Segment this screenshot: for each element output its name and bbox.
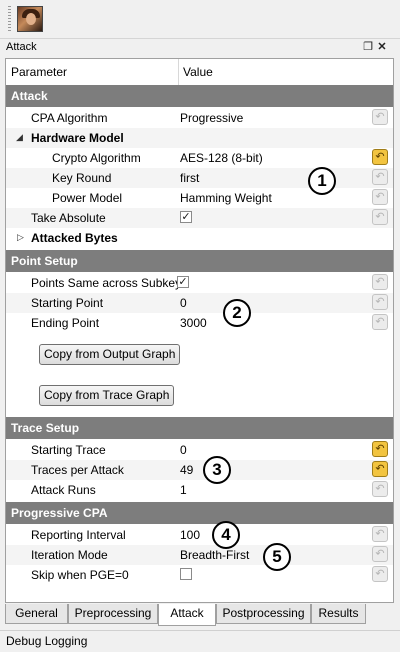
cpa-algorithm-value[interactable]: Progressive [180, 111, 243, 125]
row-ending-point[interactable]: Ending Point 3000 ↶ [6, 313, 393, 333]
points-same-label: Points Same across Subkeys [31, 276, 188, 290]
annotation-1: 1 [308, 167, 336, 195]
row-attacked-bytes[interactable]: ▷ Attacked Bytes [6, 228, 393, 248]
annotation-2: 2 [223, 299, 251, 327]
reporting-interval-label: Reporting Interval [31, 528, 126, 542]
debug-logging-label: Debug Logging [6, 634, 88, 648]
row-take-absolute[interactable]: Take Absolute ✓ ↶ [6, 208, 393, 228]
reset-icon[interactable]: ↶ [372, 566, 388, 582]
reset-icon[interactable]: ↶ [372, 481, 388, 497]
row-hardware-model[interactable]: ◢ Hardware Model [6, 128, 393, 148]
float-icon[interactable]: ❐ [362, 41, 374, 54]
section-attack[interactable]: Attack [6, 85, 393, 107]
starting-trace-label: Starting Trace [31, 443, 106, 457]
toolbar [0, 0, 400, 39]
attacked-bytes-label: Attacked Bytes [31, 231, 118, 245]
row-starting-point[interactable]: Starting Point 0 ↶ [6, 293, 393, 313]
reset-icon[interactable]: ↶ [372, 209, 388, 225]
cpa-algorithm-label: CPA Algorithm [31, 111, 108, 125]
tab-postprocessing[interactable]: Postprocessing [216, 604, 311, 624]
reset-icon[interactable]: ↶ [372, 294, 388, 310]
row-attack-runs[interactable]: Attack Runs 1 ↶ [6, 480, 393, 500]
row-traces-per-attack[interactable]: Traces per Attack 49 ↶ [6, 460, 393, 480]
reset-icon[interactable]: ↶ [372, 189, 388, 205]
parameter-tree: Parameter Value Attack CPA Algorithm Pro… [5, 58, 394, 603]
tab-attack[interactable]: Attack [158, 604, 216, 626]
row-crypto-algorithm[interactable]: Crypto Algorithm AES-128 (8-bit) ↶ [6, 148, 393, 168]
reset-icon[interactable]: ↶ [372, 169, 388, 185]
dock-title-bar: Attack ❐ ✕ [0, 40, 400, 56]
header-value[interactable]: Value [183, 65, 213, 79]
reset-icon[interactable]: ↶ [372, 149, 388, 165]
reporting-interval-value[interactable]: 100 [180, 528, 200, 542]
crypto-algorithm-value[interactable]: AES-128 (8-bit) [180, 151, 263, 165]
reset-icon[interactable]: ↶ [372, 461, 388, 477]
ending-point-label: Ending Point [31, 316, 100, 330]
row-skip-pge[interactable]: Skip when PGE=0 ↶ [6, 565, 393, 585]
starting-point-label: Starting Point [31, 296, 104, 310]
traces-per-attack-label: Traces per Attack [31, 463, 124, 477]
annotation-3: 3 [203, 456, 231, 484]
annotation-5: 5 [263, 543, 291, 571]
take-absolute-checkbox[interactable]: ✓ [180, 211, 192, 223]
tab-results[interactable]: Results [311, 604, 366, 624]
reset-icon[interactable]: ↶ [372, 274, 388, 290]
reset-icon[interactable]: ↶ [372, 526, 388, 542]
ending-point-value[interactable]: 3000 [180, 316, 207, 330]
hardware-model-label: Hardware Model [31, 131, 124, 145]
row-points-same[interactable]: Points Same across Subkeys ✓ ↶ [6, 273, 393, 293]
toolbar-grip[interactable] [8, 6, 11, 32]
copy-from-trace-graph-button[interactable]: Copy from Trace Graph [39, 385, 175, 406]
attack-runs-label: Attack Runs [31, 483, 96, 497]
reset-icon[interactable]: ↶ [372, 314, 388, 330]
row-starting-trace[interactable]: Starting Trace 0 ↶ [6, 440, 393, 460]
starting-point-value[interactable]: 0 [180, 296, 187, 310]
tab-preprocessing[interactable]: Preprocessing [68, 604, 158, 624]
row-reporting-interval[interactable]: Reporting Interval 100 ↶ [6, 525, 393, 545]
iteration-mode-value[interactable]: Breadth-First [180, 548, 249, 562]
key-round-label: Key Round [52, 171, 112, 185]
iteration-mode-label: Iteration Mode [31, 548, 108, 562]
section-progressive-cpa[interactable]: Progressive CPA [6, 502, 393, 524]
skip-pge-label: Skip when PGE=0 [31, 568, 129, 582]
starting-trace-value[interactable]: 0 [180, 443, 187, 457]
debug-logging-bar[interactable]: Debug Logging [0, 630, 400, 652]
key-round-value[interactable]: first [180, 171, 199, 185]
take-absolute-label: Take Absolute [31, 211, 106, 225]
row-cpa-algorithm[interactable]: CPA Algorithm Progressive ↶ [6, 108, 393, 128]
reset-icon[interactable]: ↶ [372, 109, 388, 125]
header-parameter[interactable]: Parameter [11, 65, 67, 79]
row-power-model[interactable]: Power Model Hamming Weight ↶ [6, 188, 393, 208]
tab-general[interactable]: General [5, 604, 68, 624]
expand-icon[interactable]: ▷ [17, 232, 24, 243]
close-icon[interactable]: ✕ [376, 41, 388, 54]
annotation-4: 4 [212, 521, 240, 549]
attack-runs-value[interactable]: 1 [180, 483, 187, 497]
tab-bar: General Preprocessing Attack Postprocess… [5, 604, 394, 626]
tree-header: Parameter Value [6, 59, 393, 86]
power-model-label: Power Model [52, 191, 123, 205]
dock-title: Attack [6, 41, 37, 53]
copy-from-output-graph-button[interactable]: Copy from Output Graph [39, 344, 181, 365]
collapse-icon[interactable]: ◢ [16, 132, 23, 143]
section-point-setup[interactable]: Point Setup [6, 250, 393, 272]
row-iteration-mode[interactable]: Iteration Mode Breadth-First ↶ [6, 545, 393, 565]
section-trace-setup[interactable]: Trace Setup [6, 417, 393, 439]
reset-icon[interactable]: ↶ [372, 546, 388, 562]
points-same-checkbox[interactable]: ✓ [177, 276, 189, 288]
skip-pge-checkbox[interactable] [180, 568, 192, 580]
traces-per-attack-value[interactable]: 49 [180, 463, 193, 477]
reset-icon[interactable]: ↶ [372, 441, 388, 457]
crypto-algorithm-label: Crypto Algorithm [52, 151, 141, 165]
avatar-icon[interactable] [17, 6, 43, 32]
power-model-value[interactable]: Hamming Weight [180, 191, 272, 205]
